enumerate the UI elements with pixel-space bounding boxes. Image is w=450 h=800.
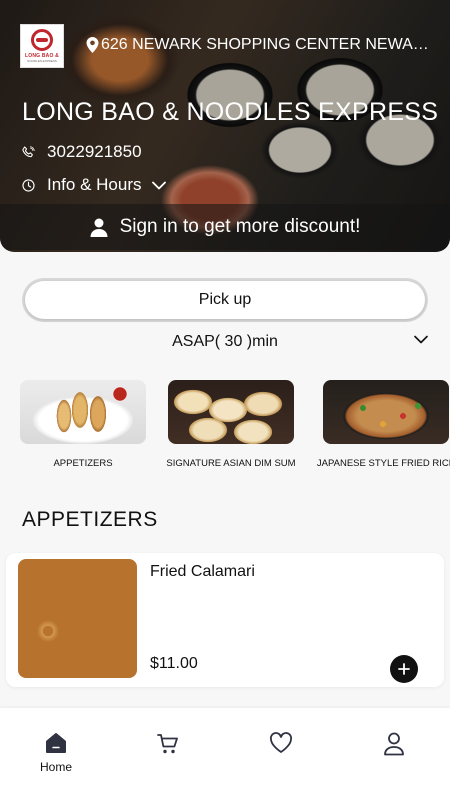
clock-icon — [22, 178, 35, 192]
menu-item-card[interactable]: Fried Calamari $11.00 — [6, 553, 444, 687]
pickup-time-select[interactable]: ASAP( 30 )min — [0, 330, 450, 354]
section-title: APPETIZERS — [22, 508, 158, 531]
logo-subtext: NOODLES EXPRESS — [27, 59, 57, 63]
signin-label: Sign in to get more discount! — [119, 216, 361, 237]
category-label: SIGNATURE ASIAN DIM SUM — [166, 458, 296, 469]
category-label: APPETIZERS — [53, 458, 113, 469]
item-image — [18, 559, 137, 678]
store-header: LONG BAO & NOODLES EXPRESS 626 NEWARK SH… — [0, 0, 450, 252]
category-fried-rice[interactable]: JAPANESE STYLE FRIED RICE — [308, 380, 450, 469]
phone-number: 3022921850 — [47, 142, 142, 161]
category-dim-sum[interactable]: SIGNATURE ASIAN DIM SUM — [153, 380, 309, 469]
signin-banner[interactable]: Sign in to get more discount! — [0, 204, 450, 250]
store-address[interactable]: 626 NEWARK SHOPPING CENTER NEWARK, DE — [86, 36, 436, 54]
category-label: JAPANESE STYLE FRIED RICE — [316, 458, 450, 469]
chevron-down-icon — [151, 181, 166, 189]
category-carousel[interactable]: APPETIZERS SIGNATURE ASIAN DIM SUM JAPAN… — [0, 380, 450, 476]
user-icon — [384, 732, 404, 756]
store-name: LONG BAO & NOODLES EXPRESS — [22, 98, 439, 126]
nav-home[interactable]: Home — [28, 732, 84, 774]
user-icon — [90, 218, 108, 237]
item-name: Fried Calamari — [150, 563, 255, 580]
pickup-button[interactable]: Pick up — [25, 281, 425, 319]
appetizers-image — [20, 380, 146, 444]
home-icon — [46, 733, 66, 753]
nav-cart[interactable] — [140, 732, 196, 756]
item-price: $11.00 — [150, 655, 198, 672]
store-logo: LONG BAO & NOODLES EXPRESS — [20, 24, 64, 68]
nav-account[interactable] — [366, 732, 422, 756]
logo-mark-icon — [31, 29, 53, 51]
fried-rice-image — [323, 380, 449, 444]
heart-icon — [270, 732, 292, 753]
info-hours-label: Info & Hours — [47, 175, 142, 194]
add-to-cart-button[interactable] — [390, 655, 418, 683]
dim-sum-image — [168, 380, 294, 444]
pickup-time-label: ASAP( 30 )min — [172, 333, 278, 350]
store-phone[interactable]: 3022921850 — [22, 142, 142, 162]
nav-home-label: Home — [39, 760, 72, 774]
location-pin-icon — [86, 37, 99, 53]
cart-icon — [157, 734, 178, 754]
bottom-nav: Home — [0, 708, 450, 800]
order-mode-switch: Pick up — [22, 278, 428, 322]
chevron-down-icon — [414, 335, 428, 344]
phone-icon — [22, 145, 35, 157]
plus-icon — [398, 663, 410, 675]
category-appetizers[interactable]: APPETIZERS — [5, 380, 161, 469]
nav-favorites[interactable] — [253, 732, 309, 754]
page: LONG BAO & NOODLES EXPRESS 626 NEWARK SH… — [0, 0, 450, 800]
address-text: 626 NEWARK SHOPPING CENTER NEWARK, DE — [101, 36, 436, 53]
info-hours-toggle[interactable]: Info & Hours — [22, 175, 166, 195]
